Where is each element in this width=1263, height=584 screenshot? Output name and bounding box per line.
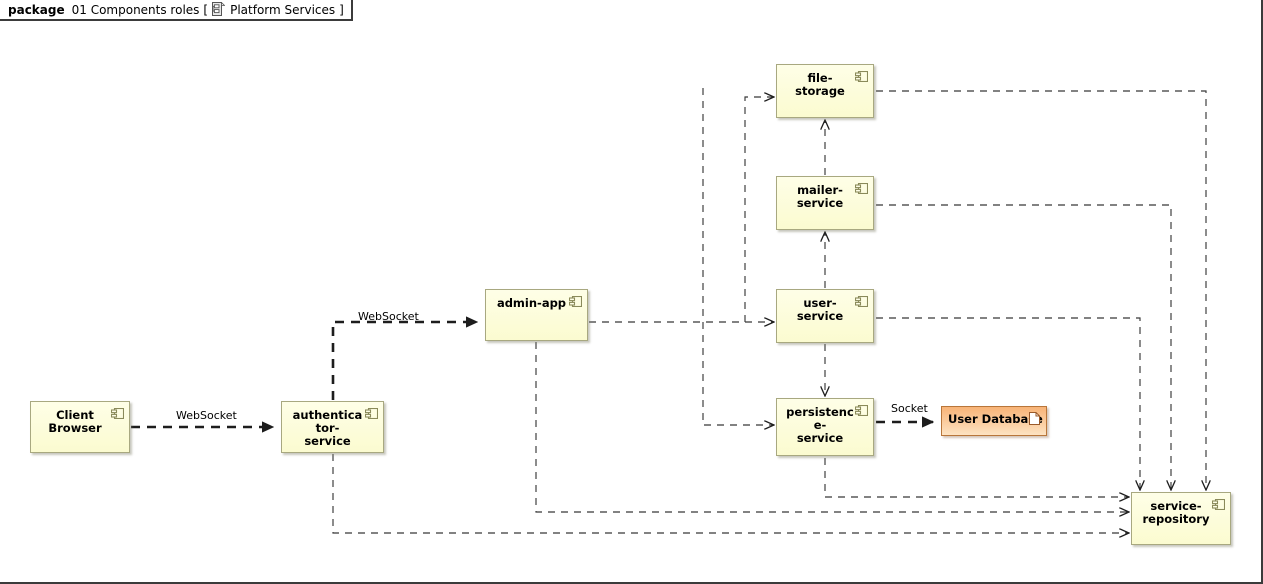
component-mailer-service[interactable]: mailer- service bbox=[776, 176, 874, 230]
package-keyword: package bbox=[8, 2, 65, 17]
component-label-line1: service- bbox=[1150, 499, 1202, 513]
component-label-line1: authenticator- bbox=[292, 408, 363, 435]
edge-label-socket: Socket bbox=[891, 402, 928, 415]
edge-auth-to-adminapp bbox=[331, 322, 477, 400]
component-label-line2: service bbox=[796, 431, 844, 445]
component-label-line2: Browser bbox=[48, 421, 102, 435]
component-icon bbox=[854, 295, 869, 308]
component-label-line1: Client bbox=[56, 408, 94, 422]
edge-auth-to-persistence bbox=[702, 88, 774, 425]
edge-mailer-to-repository bbox=[876, 204, 1171, 490]
component-icon bbox=[854, 404, 869, 417]
component-authenticator-service[interactable]: authenticator- service bbox=[281, 401, 384, 453]
edge-label-websocket-browser: WebSocket bbox=[176, 409, 237, 422]
component-user-service[interactable]: user-service bbox=[776, 289, 874, 343]
artifact-user-database[interactable]: User Database bbox=[941, 406, 1047, 436]
component-icon bbox=[110, 407, 125, 420]
edge-persistence-to-repository bbox=[824, 458, 1129, 497]
component-label-line2: repository bbox=[1142, 512, 1210, 526]
component-file-storage[interactable]: file-storage bbox=[776, 64, 874, 118]
component-icon bbox=[364, 407, 379, 420]
edge-auth-to-repository bbox=[332, 454, 1129, 533]
component-icon bbox=[568, 295, 583, 308]
component-label-line2: service bbox=[304, 434, 351, 448]
component-admin-app[interactable]: admin-app bbox=[485, 289, 588, 341]
component-icon bbox=[854, 70, 869, 83]
component-label-line1: persistence- bbox=[786, 405, 854, 432]
component-client-browser[interactable]: Client Browser bbox=[30, 401, 130, 453]
component-icon bbox=[854, 182, 869, 195]
bracket-open: [ bbox=[203, 2, 209, 17]
connector-layer bbox=[131, 88, 1263, 584]
component-label-line2: service bbox=[796, 196, 844, 210]
component-service-repository[interactable]: service- repository bbox=[1131, 492, 1231, 545]
package-frame-header: package 01 Components roles [ Platform S… bbox=[0, 0, 353, 21]
package-stereotype-label: Platform Services bbox=[230, 2, 336, 17]
component-persistence-service[interactable]: persistence- service bbox=[776, 398, 874, 456]
component-label-line1: mailer- bbox=[797, 183, 843, 197]
diagram-canvas: package 01 Components roles [ Platform S… bbox=[0, 0, 1263, 584]
edge-adminapp-to-filestorage bbox=[744, 97, 774, 322]
edge-label-websocket-admin: WebSocket bbox=[358, 310, 419, 323]
document-icon bbox=[1029, 412, 1040, 425]
package-icon bbox=[212, 1, 226, 17]
package-name: 01 Components roles bbox=[71, 2, 200, 17]
component-icon bbox=[1211, 498, 1226, 511]
bracket-close: ] bbox=[339, 2, 344, 17]
